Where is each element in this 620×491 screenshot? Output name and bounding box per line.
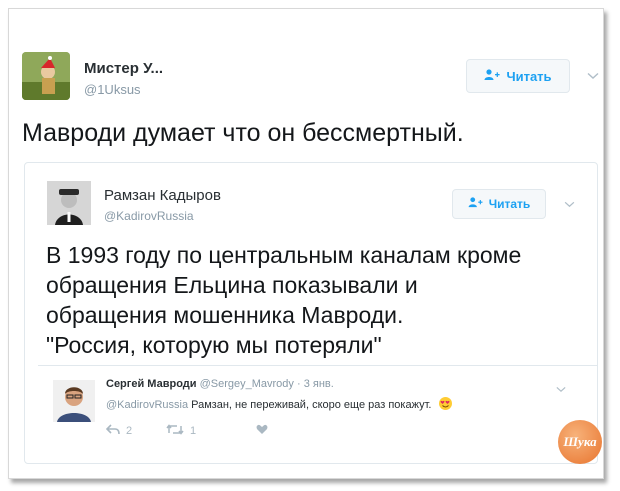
like-action[interactable] xyxy=(256,424,268,438)
follow-user-icon xyxy=(468,197,483,211)
quoted-follow-button[interactable]: Читать xyxy=(452,189,546,219)
reply-text: @KadirovRussia Рамзан, не переживай, ско… xyxy=(106,397,452,411)
reply-more-options-chevron-icon[interactable] xyxy=(556,381,566,396)
heart-icon xyxy=(256,424,268,438)
quoted-more-options-chevron-icon[interactable] xyxy=(564,196,575,211)
quoted-author-avatar[interactable] xyxy=(47,181,91,225)
heart-eyes-emoji-icon xyxy=(438,397,452,410)
follow-button[interactable]: Читать xyxy=(466,59,570,93)
quoted-text-line: обращения мошенника Мавроди. xyxy=(46,302,404,328)
follow-button-label: Читать xyxy=(506,68,552,84)
reply-author-name[interactable]: Сергей Мавроди xyxy=(106,378,197,390)
quoted-text-line: В 1993 году по центральным каналам кроме xyxy=(46,242,522,268)
quoted-follow-button-label: Читать xyxy=(488,197,531,211)
author-name[interactable]: Мистер У... xyxy=(84,60,163,77)
site-logo-watermark: Шука xyxy=(558,420,602,464)
reply-action[interactable]: 2 xyxy=(105,424,133,438)
reply-timestamp[interactable]: 3 янв. xyxy=(304,378,334,390)
reply-header: Сергей Мавроди @Sergey_Mavrody · 3 янв. xyxy=(106,378,334,390)
author-handle[interactable]: @1Uksus xyxy=(84,82,141,97)
reply-author-handle[interactable]: @Sergey_Mavrody xyxy=(200,378,294,390)
watermark-text: Шука xyxy=(563,434,597,449)
reply-mention[interactable]: @KadirovRussia xyxy=(106,399,188,411)
author-avatar[interactable] xyxy=(22,52,70,100)
reply-count: 2 xyxy=(126,425,133,437)
reply-body: Рамзан, не переживай, скоро еще раз пока… xyxy=(191,399,432,411)
tweet-text: Мавроди думает что он бессмертный. xyxy=(22,119,464,147)
follow-user-icon xyxy=(484,68,501,84)
quoted-author-name[interactable]: Рамзан Кадыров xyxy=(104,187,221,204)
retweet-count: 1 xyxy=(190,425,197,437)
retweet-action[interactable]: 1 xyxy=(166,424,196,438)
quoted-text-line: обращения Ельцина показывали и xyxy=(46,272,418,298)
reply-icon xyxy=(105,424,120,438)
retweet-icon xyxy=(166,424,184,438)
quoted-text-line: "Россия, которую мы потеряли" xyxy=(46,332,382,358)
quoted-author-handle[interactable]: @KadirovRussia xyxy=(104,209,194,223)
quoted-tweet-text: В 1993 году по центральным каналам кроме… xyxy=(46,240,586,360)
reply-author-avatar[interactable] xyxy=(53,380,95,422)
more-options-chevron-icon[interactable] xyxy=(587,68,599,83)
